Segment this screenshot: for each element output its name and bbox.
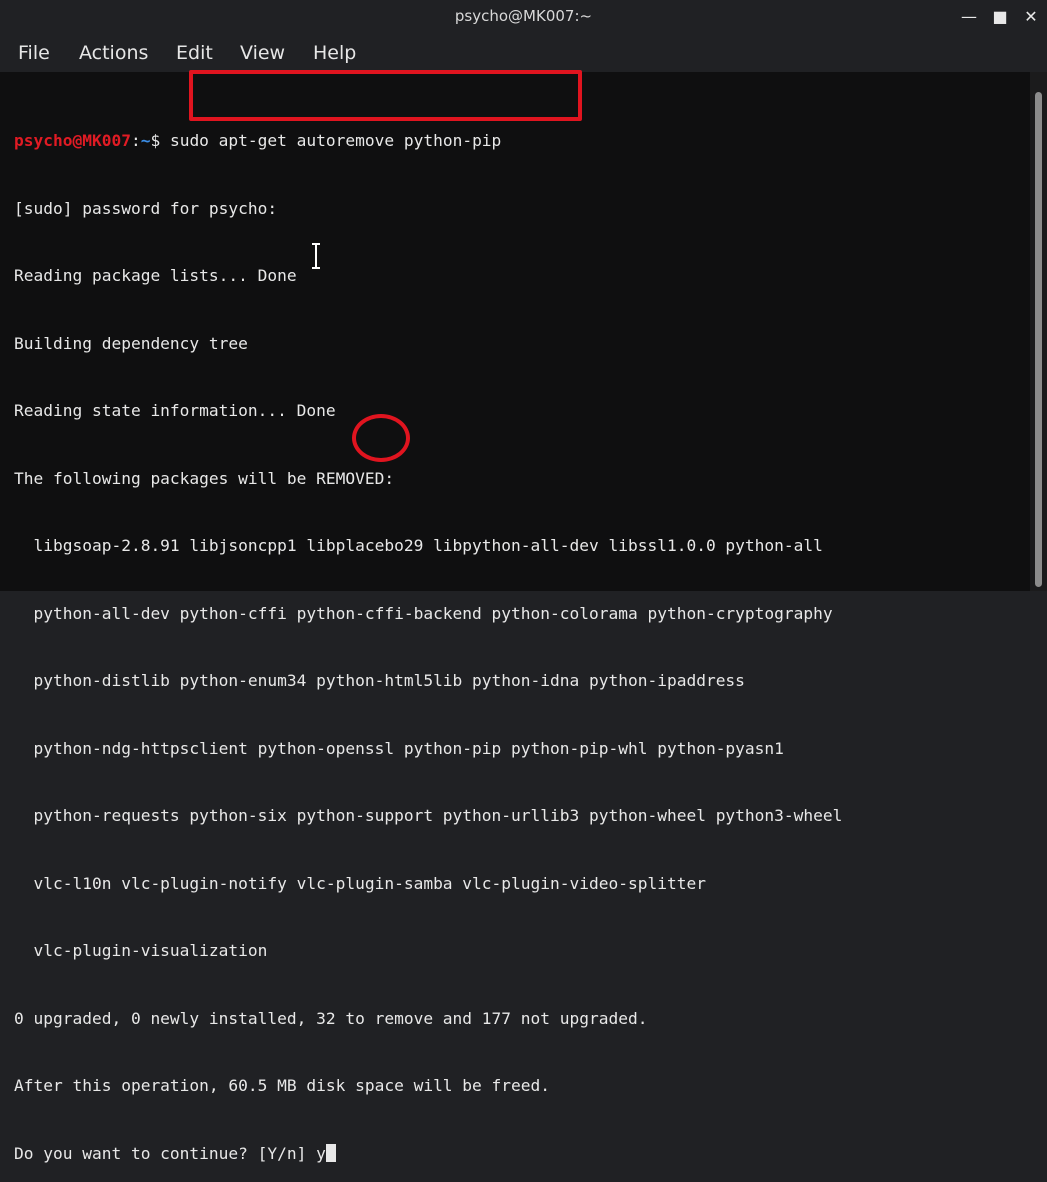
terminal-text: psycho@MK007:~$ sudo apt-get autoremove … (14, 85, 1014, 1182)
output-line: python-all-dev python-cffi python-cffi-b… (14, 603, 833, 623)
menu-edit[interactable]: Edit (176, 42, 213, 64)
close-button[interactable]: ✕ (1019, 6, 1043, 28)
output-line: python-distlib python-enum34 python-html… (14, 671, 745, 690)
text-cursor (325, 1143, 336, 1162)
confirm-question: Do you want to continue? [Y/n] (14, 1143, 317, 1163)
output-line: python-ndg-httpsclient python-openssl py… (14, 738, 784, 758)
window-title: psycho@MK007:~ (454, 7, 593, 25)
confirm-line: Do you want to continue? [Y/n] y (14, 1143, 1014, 1166)
menu-help[interactable]: Help (313, 42, 356, 64)
terminal-area[interactable]: psycho@MK007:~$ sudo apt-get autoremove … (0, 72, 1030, 1163)
output-line: The following packages will be REMOVED: (14, 468, 395, 488)
output-line: 0 upgraded, 0 newly installed, 32 to rem… (14, 1008, 648, 1028)
prompt-path: ~ (140, 131, 151, 150)
prompt-user-host: psycho@MK007 (14, 131, 131, 150)
output-line: [sudo] password for psycho: (14, 198, 278, 218)
annotation-highlight-circle (352, 414, 410, 462)
menu-file[interactable]: File (18, 42, 50, 64)
menu-bar: File Actions Edit View Help (0, 34, 1047, 72)
output-line: libgsoap-2.8.91 libjsoncpp1 libplacebo29… (14, 536, 823, 555)
title-bar: psycho@MK007:~ — ■ ✕ (0, 0, 1047, 34)
prompt-symbol: $ (150, 131, 161, 150)
output-line: Building dependency tree (14, 333, 248, 353)
scrollbar-track[interactable] (1030, 72, 1047, 591)
scrollbar-thumb[interactable] (1035, 92, 1042, 587)
confirm-answer: y (316, 1143, 326, 1163)
output-line: python-requests python-six python-suppor… (14, 806, 843, 825)
output-line: Reading package lists... Done (14, 266, 297, 285)
prompt-separator: : (130, 131, 141, 150)
annotation-highlight-box (189, 70, 582, 121)
minimize-button[interactable]: — (957, 6, 981, 28)
menu-view[interactable]: View (240, 42, 285, 64)
output-line: vlc-plugin-visualization (14, 941, 268, 960)
menu-actions[interactable]: Actions (79, 42, 148, 64)
maximize-button[interactable]: ■ (988, 6, 1012, 28)
output-line: After this operation, 60.5 MB disk space… (14, 1076, 551, 1095)
output-line: vlc-l10n vlc-plugin-notify vlc-plugin-sa… (14, 873, 706, 893)
ibeam-cursor-icon (312, 243, 320, 269)
output-line: Reading state information... Done (14, 401, 336, 420)
prompt-line: psycho@MK007:~$ sudo apt-get autoremove … (14, 130, 1014, 153)
command-text: sudo apt-get autoremove python-pip (160, 131, 502, 150)
